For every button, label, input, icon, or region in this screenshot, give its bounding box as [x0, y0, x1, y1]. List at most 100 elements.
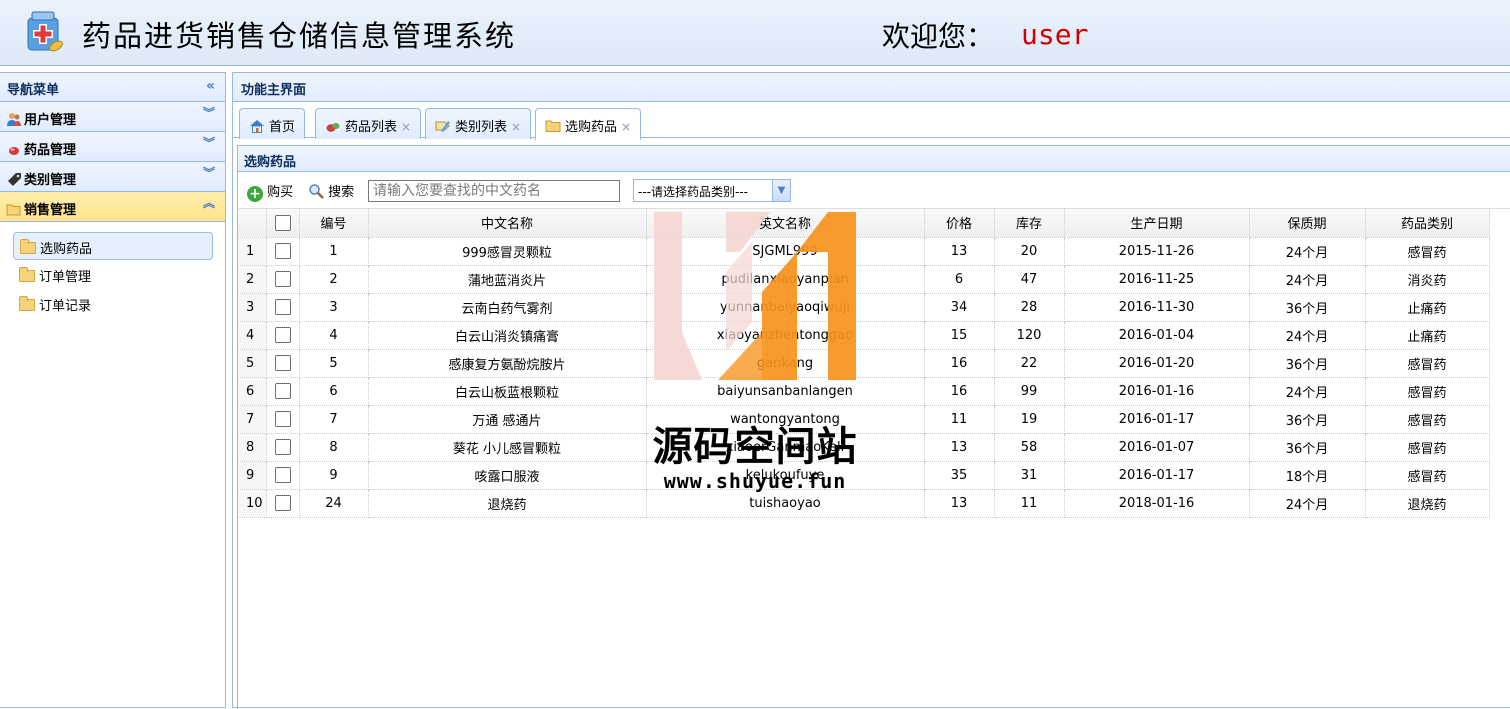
table-row[interactable]: 8 8 葵花 小儿感冒颗粒 xiaoerGanmaoKeli 13 58 2016-01-0…: [238, 433, 1490, 462]
search-input[interactable]: [368, 180, 620, 202]
row-number: 9: [238, 461, 267, 490]
close-icon[interactable]: ×: [511, 120, 521, 134]
table-row[interactable]: 9 9 咳露口服液 kelukoufuye 35 31 2016-01-17 18个月 感冒药: [238, 461, 1490, 490]
row-select-cell[interactable]: [266, 405, 300, 434]
row-checkbox[interactable]: [274, 243, 291, 259]
row-checkbox[interactable]: [274, 355, 291, 371]
row-select-cell[interactable]: [266, 461, 300, 490]
column-header[interactable]: 保质期: [1249, 209, 1366, 238]
cell-category: 感冒药: [1365, 349, 1490, 378]
close-icon[interactable]: ×: [401, 120, 411, 134]
row-checkbox[interactable]: [274, 467, 291, 483]
cell-id: 2: [299, 265, 369, 294]
row-select-cell[interactable]: [266, 321, 300, 350]
cell-category: 止痛药: [1365, 293, 1490, 322]
column-header[interactable]: 库存: [994, 209, 1065, 238]
cell-price: 6: [924, 265, 995, 294]
row-select-cell[interactable]: [266, 349, 300, 378]
nav-item-order-management[interactable]: 订单管理: [13, 261, 213, 289]
row-select-cell[interactable]: [266, 293, 300, 322]
select-all-checkbox[interactable]: [274, 214, 291, 231]
panel-title: 选购药品: [237, 145, 1510, 172]
table-row[interactable]: 4 4 白云山消炎镇痛膏 xiaoyanzhentonggao 15 120 2016-01…: [238, 321, 1490, 350]
nav-group-sales-management[interactable]: 销售管理 ︽: [0, 192, 225, 222]
nav-group-user-management[interactable]: 用户管理 ︾: [0, 102, 225, 132]
row-number: 4: [238, 321, 267, 350]
table-row[interactable]: 1 1 999感冒灵颗粒 SJGML999 13 20 2015-11-26 24个月 感冒药: [238, 237, 1490, 266]
nav-item-select-drugs[interactable]: 选购药品: [13, 232, 213, 260]
welcome-label: 欢迎您：: [882, 20, 995, 53]
tab-select-drugs[interactable]: 选购药品 ×: [535, 108, 642, 140]
chevron-down-icon: ︾: [202, 166, 215, 180]
cell-stock: 11: [994, 489, 1065, 518]
nav-item-label: 选购药品: [40, 242, 93, 257]
cell-id: 24: [299, 489, 369, 518]
tab-home[interactable]: 首页: [239, 108, 306, 139]
cell-stock: 120: [994, 321, 1065, 350]
nav-group-label: 药品管理: [24, 143, 77, 158]
table-row[interactable]: 7 7 万通 感通片 wantongyantong 11 19 2016-01-17 36个月…: [238, 405, 1490, 434]
row-select-cell[interactable]: [266, 237, 300, 266]
column-header[interactable]: 价格: [924, 209, 995, 238]
cell-stock: 28: [994, 293, 1065, 322]
cell-id: 9: [299, 461, 369, 490]
column-header[interactable]: 生产日期: [1064, 209, 1250, 238]
cell-category: 感冒药: [1365, 377, 1490, 406]
column-header[interactable]: 中文名称: [368, 209, 647, 238]
chevron-down-icon[interactable]: ▼: [772, 180, 790, 201]
cell-english-name: tuishaoyao: [646, 489, 925, 518]
select-all-header[interactable]: [266, 209, 300, 238]
nav-item-order-records[interactable]: 订单记录: [13, 290, 213, 318]
row-select-cell[interactable]: [266, 265, 300, 294]
cell-stock: 19: [994, 405, 1065, 434]
cell-id: 6: [299, 377, 369, 406]
table-row[interactable]: 3 3 云南白药气雾剂 yunnanbaiyaoqiwuji 34 28 2016-11-3…: [238, 293, 1490, 322]
row-checkbox[interactable]: [274, 411, 291, 427]
nav-item-label: 订单记录: [39, 299, 92, 314]
cell-production-date: 2016-01-17: [1064, 461, 1250, 490]
row-checkbox[interactable]: [274, 327, 291, 343]
row-checkbox[interactable]: [274, 299, 291, 315]
buy-label: 购买: [267, 185, 294, 200]
table-row[interactable]: 2 2 蒲地蓝消炎片 pudilanxiaoyanpian 6 47 2016-11-25 2…: [238, 265, 1490, 294]
app-title: 药品进货销售仓储信息管理系统: [82, 19, 517, 53]
table-row[interactable]: 10 24 退烧药 tuishaoyao 13 11 2018-01-16 24个月 退烧药: [238, 489, 1490, 518]
row-checkbox[interactable]: [274, 383, 291, 399]
nav-group-category-management[interactable]: 类别管理 ︾: [0, 162, 225, 192]
table-row[interactable]: 5 5 感康复方氨酚烷胺片 gankang 16 22 2016-01-20 36个月 感冒药: [238, 349, 1490, 378]
rownum-header: [238, 209, 267, 238]
close-icon[interactable]: ×: [621, 120, 631, 134]
tab-drug-list[interactable]: 药品列表 ×: [315, 108, 422, 139]
row-select-cell[interactable]: [266, 489, 300, 518]
row-select-cell[interactable]: [266, 377, 300, 406]
cell-price: 11: [924, 405, 995, 434]
nav-group-drug-management[interactable]: 药品管理 ︾: [0, 132, 225, 162]
cell-shelf-life: 36个月: [1249, 433, 1366, 462]
folder-icon: [19, 267, 35, 282]
column-header[interactable]: 编号: [299, 209, 369, 238]
cell-chinese-name: 999感冒灵颗粒: [368, 237, 647, 266]
cell-shelf-life: 24个月: [1249, 321, 1366, 350]
cell-price: 16: [924, 377, 995, 406]
category-select[interactable]: ---请选择药品类别--- ▼: [633, 179, 791, 202]
row-select-cell[interactable]: [266, 433, 300, 462]
folder-icon: [19, 296, 35, 311]
pill-icon: [326, 123, 340, 132]
collapse-left-icon[interactable]: «: [206, 78, 215, 94]
row-checkbox[interactable]: [274, 495, 291, 511]
nav-group-label: 类别管理: [24, 173, 77, 188]
buy-button[interactable]: + 购买: [247, 181, 293, 202]
row-number: 8: [238, 433, 267, 462]
tab-category-list[interactable]: 类别列表 ×: [425, 108, 532, 139]
row-checkbox[interactable]: [274, 271, 291, 287]
drug-grid: 编号 中文名称 英文名称 价格 库存 生产日期 保质期 药品类别 1 1 999感冒…: [237, 208, 1510, 709]
table-row[interactable]: 6 6 白云山板蓝根颗粒 baiyunsanbanlangen 16 99 2016-01-…: [238, 377, 1490, 406]
row-checkbox[interactable]: [274, 439, 291, 455]
row-number: 2: [238, 265, 267, 294]
tab-label: 选购药品: [565, 120, 618, 135]
grid-header-row: 编号 中文名称 英文名称 价格 库存 生产日期 保质期 药品类别: [238, 209, 1490, 238]
column-header[interactable]: 英文名称: [646, 209, 925, 238]
search-button[interactable]: 搜索: [308, 181, 354, 200]
cell-stock: 99: [994, 377, 1065, 406]
column-header[interactable]: 药品类别: [1365, 209, 1490, 238]
